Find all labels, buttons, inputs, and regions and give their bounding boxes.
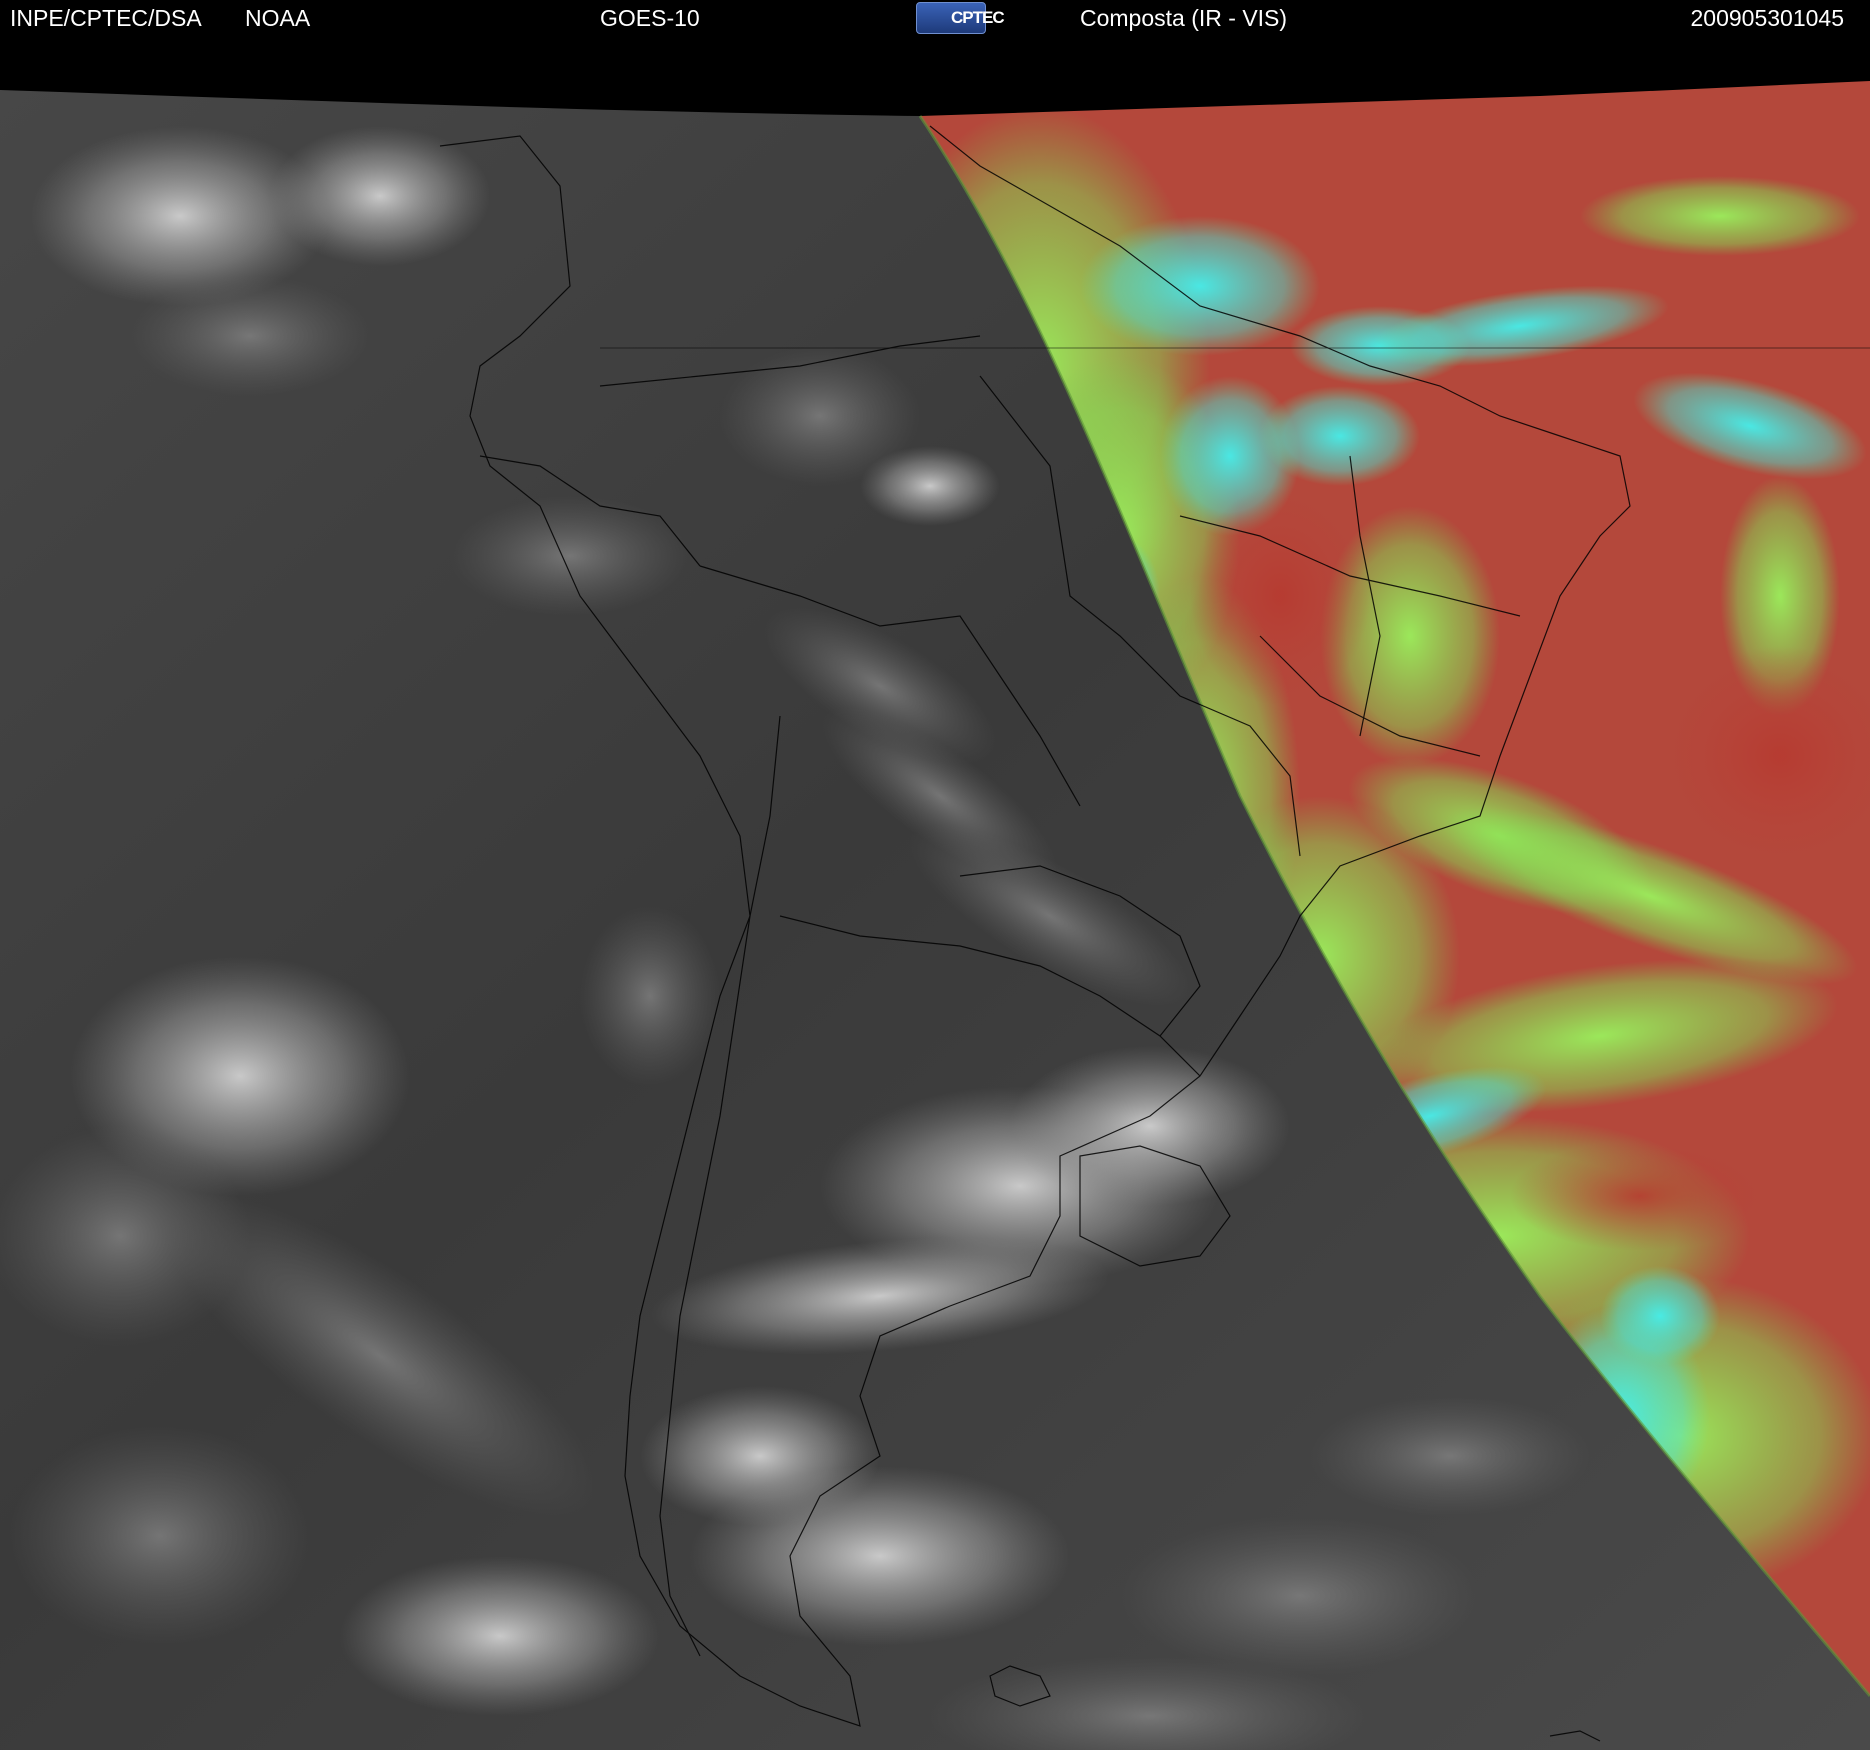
image-header: INPE/CPTEC/DSA NOAA GOES-10 CPTEC Compos…: [0, 0, 1870, 36]
agency-label: INPE/CPTEC/DSA: [10, 5, 202, 31]
logo-text: CPTEC: [951, 8, 1005, 27]
product-label: Composta (IR - VIS): [1080, 5, 1288, 31]
noaa-label: NOAA: [245, 5, 311, 31]
satellite-composite-map: [0, 36, 1870, 1750]
satellite-label: GOES-10: [600, 5, 700, 31]
cptec-logo: CPTEC: [916, 2, 1005, 34]
datetime-label: 200905301045: [1690, 5, 1845, 31]
